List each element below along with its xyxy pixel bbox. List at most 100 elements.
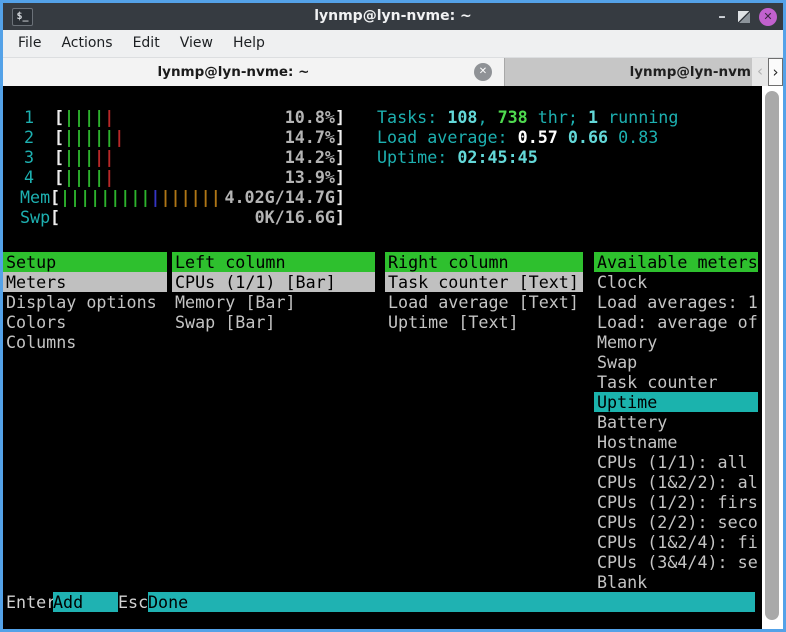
meter-value: 4.02G/14.7G] [153, 187, 345, 207]
panel-item[interactable]: CPUs (2/2): seco [594, 512, 758, 532]
tab-active[interactable]: lynmp@lyn-nvme: ~ ✕ [3, 58, 505, 86]
meter-value-text: 14.7% [285, 127, 335, 147]
panel-item[interactable]: Task counter [Text] [385, 272, 583, 292]
close-icon[interactable]: ✕ [759, 8, 777, 26]
bar-pipe-r: | [104, 147, 114, 167]
meter-label: 4 [24, 167, 34, 187]
fnkey-enter[interactable]: Enter [3, 592, 53, 612]
panel-item[interactable]: Load: average of [594, 312, 758, 332]
panel-item[interactable]: CPUs (1&2/4): fi [594, 532, 758, 552]
panel-item[interactable]: CPUs (1/2): firs [594, 492, 758, 512]
info-segment: 02:45:45 [457, 147, 537, 167]
tab-title: lynmp@lyn-nvme: ~ [3, 58, 464, 86]
menu-item-edit[interactable]: Edit [123, 30, 170, 57]
panel-item[interactable]: Memory [594, 332, 758, 352]
meter-value: 13.9%] [153, 167, 345, 187]
meter-value-text: 0K/16.6G [255, 207, 335, 227]
info-segment: running [598, 107, 678, 127]
fnkey-esc[interactable]: Esc [118, 592, 148, 612]
menu-item-actions[interactable]: Actions [51, 30, 122, 57]
panel-item[interactable]: Clock [594, 272, 758, 292]
panel-item[interactable]: Hostname [594, 432, 758, 452]
bar-pipe-g: | [94, 127, 104, 147]
meter-open-bracket: [ [54, 147, 64, 167]
fnlabel-add[interactable]: Add [53, 592, 118, 612]
panel-item[interactable]: Memory [Bar] [172, 292, 375, 312]
panel-item[interactable]: Meters [3, 272, 167, 292]
bar-pipe-g: | [90, 187, 100, 207]
meter-value-text: 13.9% [285, 167, 335, 187]
bar-pipe-g: | [120, 187, 130, 207]
panel-item[interactable]: Uptime [Text] [385, 312, 583, 332]
panel-item[interactable]: Colors [3, 312, 167, 332]
meter-open-bracket: [ [50, 207, 60, 227]
bar-pipe-g: | [110, 187, 120, 207]
meter-open-bracket: [ [50, 187, 60, 207]
panel-item[interactable]: Battery [594, 412, 758, 432]
meter-bar-pipes: |||||| [64, 127, 124, 147]
meter-value-text: 10.8% [285, 107, 335, 127]
panel-item[interactable]: Uptime [594, 392, 758, 412]
terminal-scrollbar[interactable] [762, 86, 783, 629]
window-title: lynmp@lyn-nvme: ~ [3, 3, 783, 30]
bar-pipe-g: | [84, 167, 94, 187]
meter-value: 14.7%] [153, 127, 345, 147]
panel-item[interactable]: Task counter [594, 372, 758, 392]
panel-item[interactable]: Display options [3, 292, 167, 312]
bar-pipe-g: | [84, 107, 94, 127]
panel-item[interactable]: Load average [Text] [385, 292, 583, 312]
meter-row-4: 4[|||||13.9%] [3, 167, 763, 187]
tab-scroll-left-icon[interactable]: ‹ [752, 58, 768, 86]
meter-value-text: 4.02G/14.7G [224, 187, 335, 207]
meter-row-swp: Swp[0K/16.6G] [3, 207, 763, 227]
menu-item-help[interactable]: Help [223, 30, 275, 57]
terminal-screen[interactable]: 1[|||||10.8%]2[||||||14.7%]3[|||||14.2%]… [3, 86, 783, 629]
meter-open-bracket: [ [54, 167, 64, 187]
panel-item[interactable]: Blank [594, 572, 758, 592]
tab-inactive[interactable]: lynmp@lyn-nvm [506, 58, 752, 86]
panel-header-3: Available meters [594, 252, 758, 272]
fnlabel-done[interactable]: Done [148, 592, 755, 612]
info-segment: Tasks: [377, 107, 447, 127]
bar-pipe-g: | [64, 127, 74, 147]
info-segment: thr; [528, 107, 588, 127]
panel-item[interactable]: CPUs (3&4/4): se [594, 552, 758, 572]
titlebar[interactable]: $_ lynmp@lyn-nvme: ~ – ✕ [3, 3, 783, 30]
panel-item[interactable]: CPUs (1&2/2): al [594, 472, 758, 492]
tab-title: lynmp@lyn-nvm [630, 58, 751, 86]
menu-item-file[interactable]: File [8, 30, 51, 57]
meter-value: 14.2%] [153, 147, 345, 167]
panel-item[interactable]: CPUs (1/1) [Bar] [172, 272, 375, 292]
meter-label: 2 [24, 127, 34, 147]
menu-item-view[interactable]: View [170, 30, 223, 57]
panel-item[interactable]: Columns [3, 332, 167, 352]
scrollbar-thumb[interactable] [765, 91, 779, 620]
panel-item[interactable]: Load averages: 1 [594, 292, 758, 312]
panel-header-1: Left column [172, 252, 375, 272]
bar-pipe-r: | [104, 167, 114, 187]
bar-pipe-g: | [100, 187, 110, 207]
bar-pipe-r: | [114, 127, 124, 147]
info-segment: , [477, 107, 497, 127]
info-line-tasks: Tasks: 108, 738 thr; 1 running [377, 107, 678, 127]
maximize-icon[interactable] [738, 11, 750, 23]
info-segment: 0.66 [568, 127, 618, 147]
panel-item[interactable]: Swap [594, 352, 758, 372]
meter-close-bracket: ] [335, 207, 345, 227]
panel-item[interactable]: Swap [Bar] [172, 312, 375, 332]
minimize-icon[interactable]: – [715, 3, 729, 30]
tab-close-icon[interactable]: ✕ [474, 63, 492, 81]
meter-close-bracket: ] [335, 127, 345, 147]
meter-label: 3 [24, 147, 34, 167]
tab-scroll-right-icon[interactable]: › [768, 58, 783, 86]
panel-header-2: Right column [385, 252, 583, 272]
bar-pipe-g: | [84, 147, 94, 167]
bar-pipe-g: | [74, 167, 84, 187]
panel-item[interactable]: CPUs (1/1): all [594, 452, 758, 472]
meter-value: 0K/16.6G] [153, 207, 345, 227]
bar-pipe-g: | [130, 187, 140, 207]
bar-pipe-g: | [70, 187, 80, 207]
meter-open-bracket: [ [54, 107, 64, 127]
menu-bar: FileActionsEditViewHelp [3, 30, 783, 58]
meter-value-text: 14.2% [285, 147, 335, 167]
